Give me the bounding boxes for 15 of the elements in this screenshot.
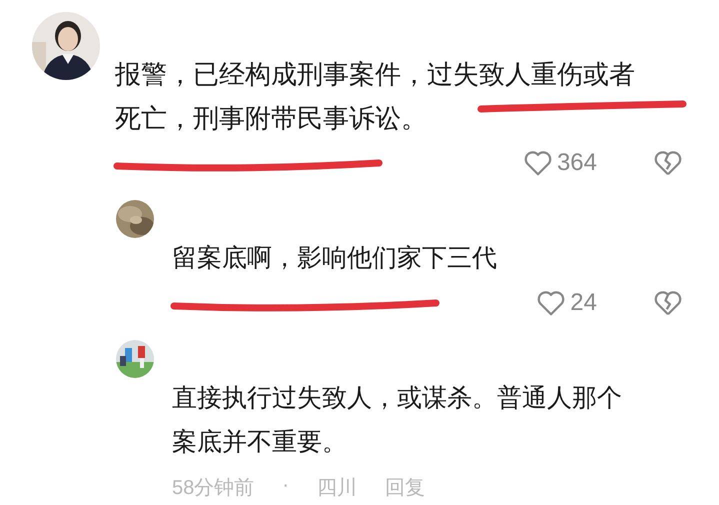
heart-icon [536,289,566,317]
reply-link[interactable]: 回复 [384,474,425,500]
broken-heart-icon[interactable] [653,149,683,177]
heart-icon [522,149,553,177]
comment-text: 直接执行过失致人，或谋杀。普通人那个 [172,383,622,414]
like-button[interactable]: 24 [536,289,597,317]
comment-meta: · [282,474,289,498]
comment-text: 案底并不重要。 [172,427,347,458]
comment-meta: 四川 [316,476,357,500]
comment-text: 死亡，刑事附带民事诉讼。 [115,102,427,135]
comment-text: 留案底啊，影响他们家下三代 [172,243,497,274]
comment-text: 报警，已经构成刑事案件，过失致人重伤或者 [115,58,635,91]
comment-meta: 58分钟前 [172,476,254,500]
like-button[interactable]: 364 [522,149,597,177]
broken-heart-icon[interactable] [653,289,683,317]
